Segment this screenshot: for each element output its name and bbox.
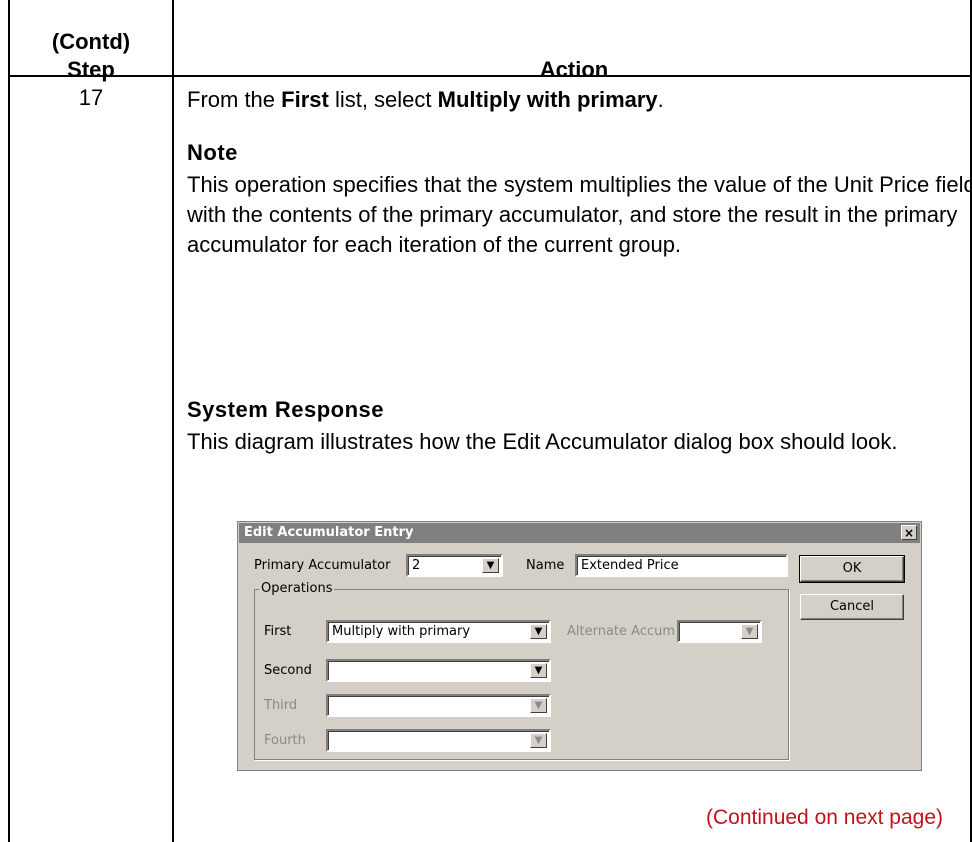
- fourth-operation-combo[interactable]: ▼: [326, 729, 551, 752]
- intro-first: First: [281, 87, 329, 112]
- alternate-accum-label: Alternate Accum: [567, 624, 676, 639]
- chevron-down-icon[interactable]: ▼: [530, 624, 547, 639]
- name-label: Name: [526, 558, 565, 573]
- table-column-divider: [172, 0, 174, 842]
- intro-suffix: .: [657, 87, 664, 112]
- chevron-down-icon[interactable]: ▼: [530, 733, 547, 748]
- system-response-text: This diagram illustrates how the Edit Ac…: [187, 429, 898, 454]
- primary-accumulator-label: Primary Accumulator: [254, 558, 391, 573]
- dialog-title-bar: Edit Accumulator Entry ×: [239, 523, 920, 543]
- close-icon[interactable]: ×: [901, 525, 917, 540]
- name-input[interactable]: Extended Price: [575, 554, 788, 577]
- operations-group-label: Operations: [259, 581, 335, 597]
- step-number: 17: [78, 85, 104, 110]
- edit-accumulator-dialog: Edit Accumulator Entry × Primary Accumul…: [237, 521, 922, 771]
- first-operation-combo[interactable]: Multiply with primary ▼: [326, 620, 551, 643]
- second-label: Second: [264, 663, 312, 678]
- ok-button[interactable]: OK: [799, 555, 905, 583]
- first-operation-value: Multiply with primary: [332, 624, 471, 639]
- chevron-down-icon[interactable]: ▼: [482, 558, 499, 573]
- second-operation-combo[interactable]: ▼: [326, 659, 551, 682]
- note-heading: Note: [187, 140, 238, 165]
- chevron-down-icon[interactable]: ▼: [530, 663, 547, 678]
- intro-mid: list, select: [328, 87, 438, 112]
- intro-prefix: From the: [187, 87, 282, 112]
- intro-instruction: From the First list, select Multiply wit…: [187, 85, 972, 115]
- header-step-line1: (Contd): [51, 29, 131, 54]
- chevron-down-icon[interactable]: ▼: [741, 624, 758, 639]
- first-label: First: [264, 624, 292, 639]
- table-left-border: [8, 0, 10, 842]
- primary-accumulator-value: 2: [412, 558, 421, 573]
- primary-accumulator-combo[interactable]: 2 ▼: [406, 554, 503, 577]
- alternate-accum-combo[interactable]: ▼: [677, 620, 762, 643]
- intro-multiply: Multiply with primary: [437, 87, 658, 112]
- fourth-label: Fourth: [264, 733, 306, 748]
- dialog-title: Edit Accumulator Entry: [244, 525, 414, 540]
- system-response-heading: System Response: [187, 397, 385, 422]
- continued-note: (Continued on next page): [706, 806, 943, 829]
- third-operation-combo[interactable]: ▼: [326, 694, 551, 717]
- third-label: Third: [264, 698, 298, 713]
- note-text: This operation specifies that the system…: [187, 172, 972, 257]
- header-step: (Contd) Step: [10, 28, 172, 84]
- cancel-button[interactable]: Cancel: [800, 594, 904, 620]
- name-value: Extended Price: [581, 558, 679, 573]
- chevron-down-icon[interactable]: ▼: [530, 698, 547, 713]
- header-step-line2: Step: [67, 57, 115, 82]
- header-action: Action: [539, 57, 609, 82]
